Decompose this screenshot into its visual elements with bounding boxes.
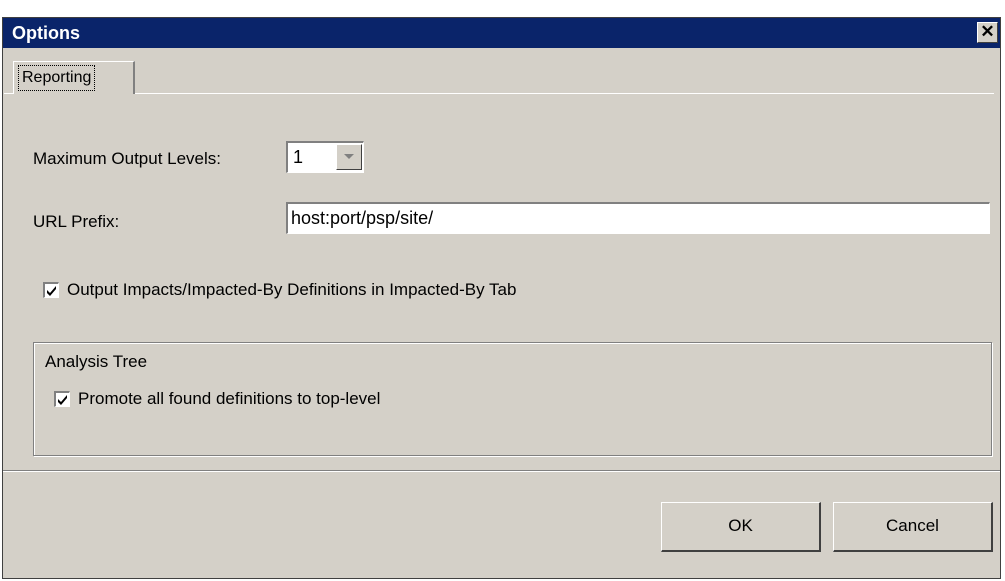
chevron-down-icon	[344, 154, 354, 159]
max-output-levels-label: Maximum Output Levels:	[33, 149, 222, 168]
close-icon: ✕	[980, 22, 995, 41]
url-prefix-label: URL Prefix:	[33, 212, 120, 231]
promote-definitions-label: Promote all found definitions to top-lev…	[78, 389, 381, 408]
output-impacts-checkbox[interactable]	[43, 282, 59, 298]
url-prefix-input[interactable]: host:port/psp/site/	[286, 202, 990, 234]
close-button[interactable]: ✕	[977, 22, 998, 43]
max-output-levels-value: 1	[293, 147, 304, 167]
output-impacts-label: Output Impacts/Impacted-By Definitions i…	[67, 280, 517, 299]
dropdown-button[interactable]	[336, 144, 362, 170]
title-bar: Options ✕	[3, 18, 1000, 48]
tab-reporting[interactable]: Reporting	[13, 61, 135, 94]
window-title: Options	[12, 23, 80, 43]
options-dialog: Options ✕ Reporting Maximum Output Level…	[2, 17, 1001, 579]
max-output-levels-select[interactable]: 1	[286, 141, 364, 173]
checkmark-icon	[58, 395, 67, 405]
checkmark-icon	[47, 286, 56, 296]
ok-button[interactable]: OK	[661, 502, 821, 552]
tab-strip-divider	[4, 93, 994, 94]
analysis-tree-legend: Analysis Tree	[41, 352, 152, 372]
promote-definitions-checkbox[interactable]	[54, 391, 70, 407]
button-area-separator	[3, 470, 1000, 472]
cancel-button[interactable]: Cancel	[833, 502, 993, 552]
url-prefix-value: host:port/psp/site/	[291, 208, 434, 228]
tab-reporting-label: Reporting	[18, 65, 96, 91]
